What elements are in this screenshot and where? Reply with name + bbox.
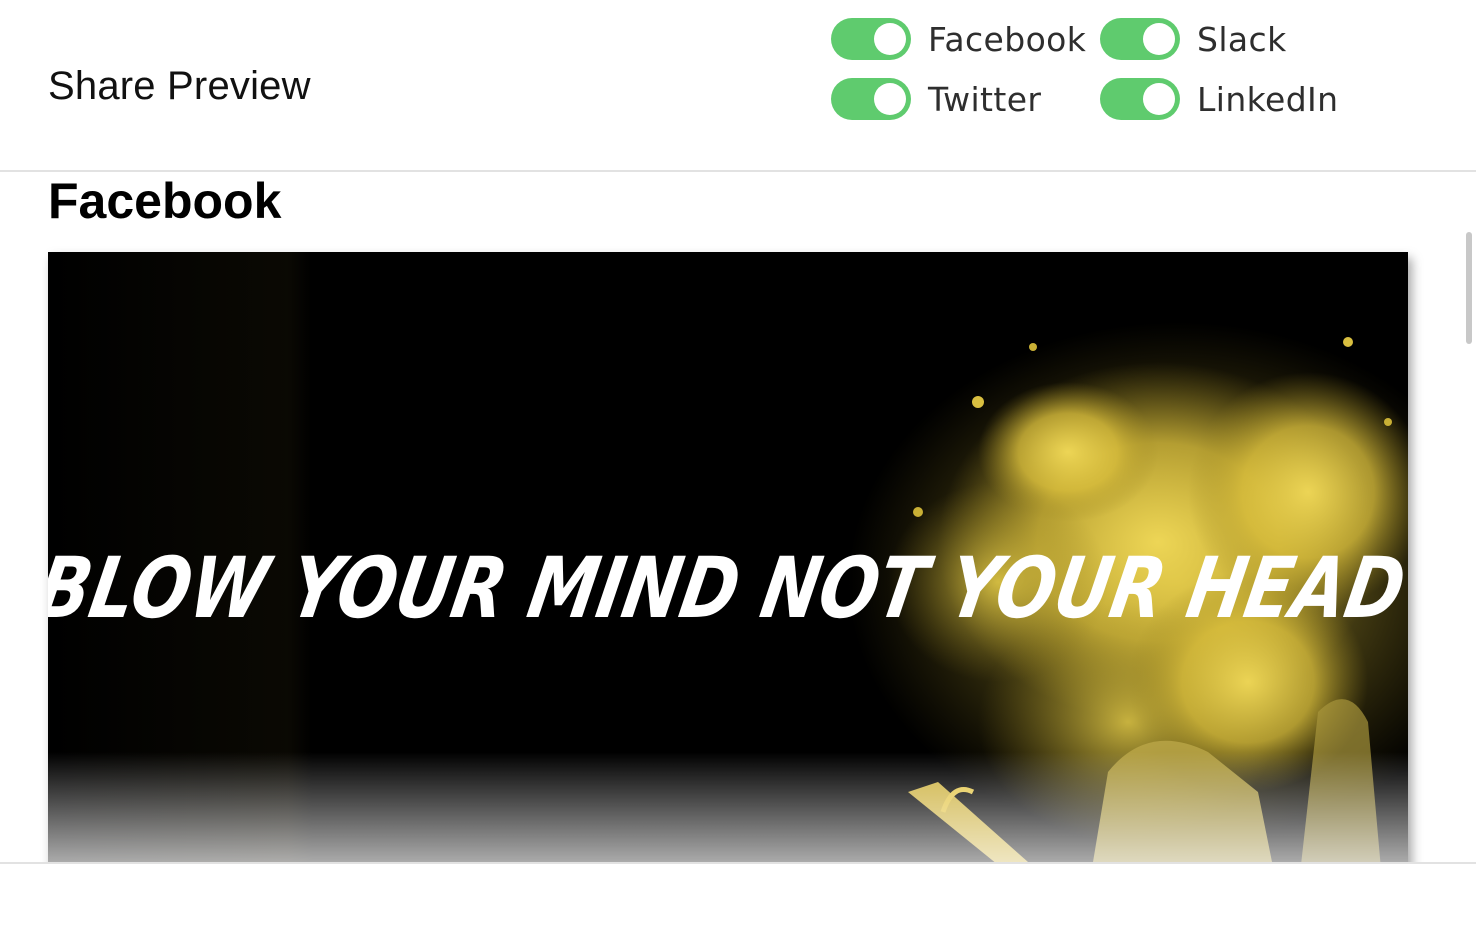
switch-knob [874,23,906,55]
switch-knob [1143,23,1175,55]
page-title: Share Preview [48,64,311,108]
toggle-linkedin[interactable]: LinkedIn [1100,78,1339,120]
preview-image-text: BLOW YOUR MIND NOT YOUR HEAD [48,539,1408,637]
preview-image-text-layer: BLOW YOUR MIND NOT YOUR HEAD [48,539,1408,637]
toggle-slack[interactable]: Slack [1100,18,1287,60]
share-preview-header: Share Preview Facebook Slack Twitter Lin… [0,0,1476,172]
toggle-label-slack: Slack [1197,19,1287,59]
footer-bar [0,862,1476,936]
toggle-twitter[interactable]: Twitter [831,78,1041,120]
switch-knob [874,83,906,115]
toggle-label-facebook: Facebook [928,19,1087,59]
switch-knob [1143,83,1175,115]
facebook-preview-card: BLOW YOUR MIND NOT YOUR HEAD [48,252,1408,862]
toggle-label-twitter: Twitter [928,79,1042,119]
slack-switch[interactable] [1100,18,1180,60]
preview-scroll-area[interactable]: Facebook BLOW YOUR MIND NOT YOUR [0,172,1476,862]
facebook-switch[interactable] [831,18,911,60]
facebook-section-heading: Facebook [48,173,282,229]
toggle-facebook[interactable]: Facebook [831,18,1086,60]
twitter-switch[interactable] [831,78,911,120]
vertical-scrollbar[interactable] [1466,232,1472,344]
linkedin-switch[interactable] [1100,78,1180,120]
toggle-label-linkedin: LinkedIn [1197,79,1339,119]
